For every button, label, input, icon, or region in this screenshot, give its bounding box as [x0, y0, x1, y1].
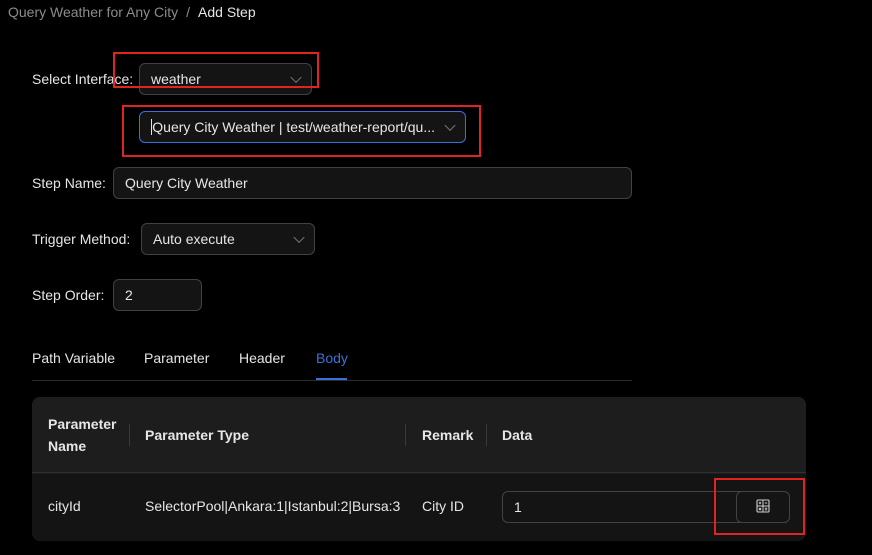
highlight-box-interface [122, 105, 481, 157]
parameter-table: Parameter Name Parameter Type Remark Dat… [32, 397, 806, 541]
breadcrumb-current: Add Step [198, 4, 256, 20]
step-name-value: Query City Weather [125, 175, 248, 191]
breadcrumb-separator: / [186, 4, 191, 20]
step-name-label: Step Name: [32, 175, 106, 191]
chevron-down-icon [293, 231, 305, 244]
table-row: cityId SelectorPool|Ankara:1|Istanbul:2|… [32, 474, 806, 541]
trigger-method-value: Auto execute [153, 231, 235, 247]
tab-header[interactable]: Header [239, 350, 285, 366]
step-name-input[interactable]: Query City Weather [113, 167, 632, 199]
tab-parameter[interactable]: Parameter [144, 350, 209, 366]
step-order-input[interactable]: 2 [113, 279, 202, 311]
param-tabs: Path Variable Parameter Header Body [32, 344, 632, 381]
breadcrumb: Query Weather for Any City / Add Step [8, 4, 256, 20]
tab-path-variable[interactable]: Path Variable [32, 350, 115, 366]
highlight-box-interface-group [113, 52, 319, 88]
cell-parameter-type: SelectorPool|Ankara:1|Istanbul:2|Bursa:3 [145, 498, 401, 514]
cell-parameter-name: cityId [48, 498, 81, 514]
header-parameter-name: Parameter Name [48, 416, 117, 454]
data-value: 1 [514, 499, 522, 515]
tab-body[interactable]: Body [316, 350, 348, 366]
cell-remark: City ID [422, 498, 464, 514]
column-divider [129, 424, 130, 446]
table-header: Parameter Name Parameter Type Remark Dat… [32, 397, 806, 473]
trigger-method-select[interactable]: Auto execute [141, 223, 315, 255]
header-remark: Remark [422, 427, 474, 443]
highlight-box-calculator [714, 478, 805, 535]
step-order-value: 2 [125, 287, 133, 303]
active-tab-indicator [316, 378, 347, 380]
trigger-method-label: Trigger Method: [32, 231, 131, 247]
column-divider [486, 424, 487, 446]
breadcrumb-parent[interactable]: Query Weather for Any City [8, 4, 178, 20]
header-parameter-type: Parameter Type [145, 427, 250, 443]
step-order-label: Step Order: [32, 287, 105, 303]
column-divider [405, 424, 406, 446]
header-data: Data [502, 427, 533, 443]
